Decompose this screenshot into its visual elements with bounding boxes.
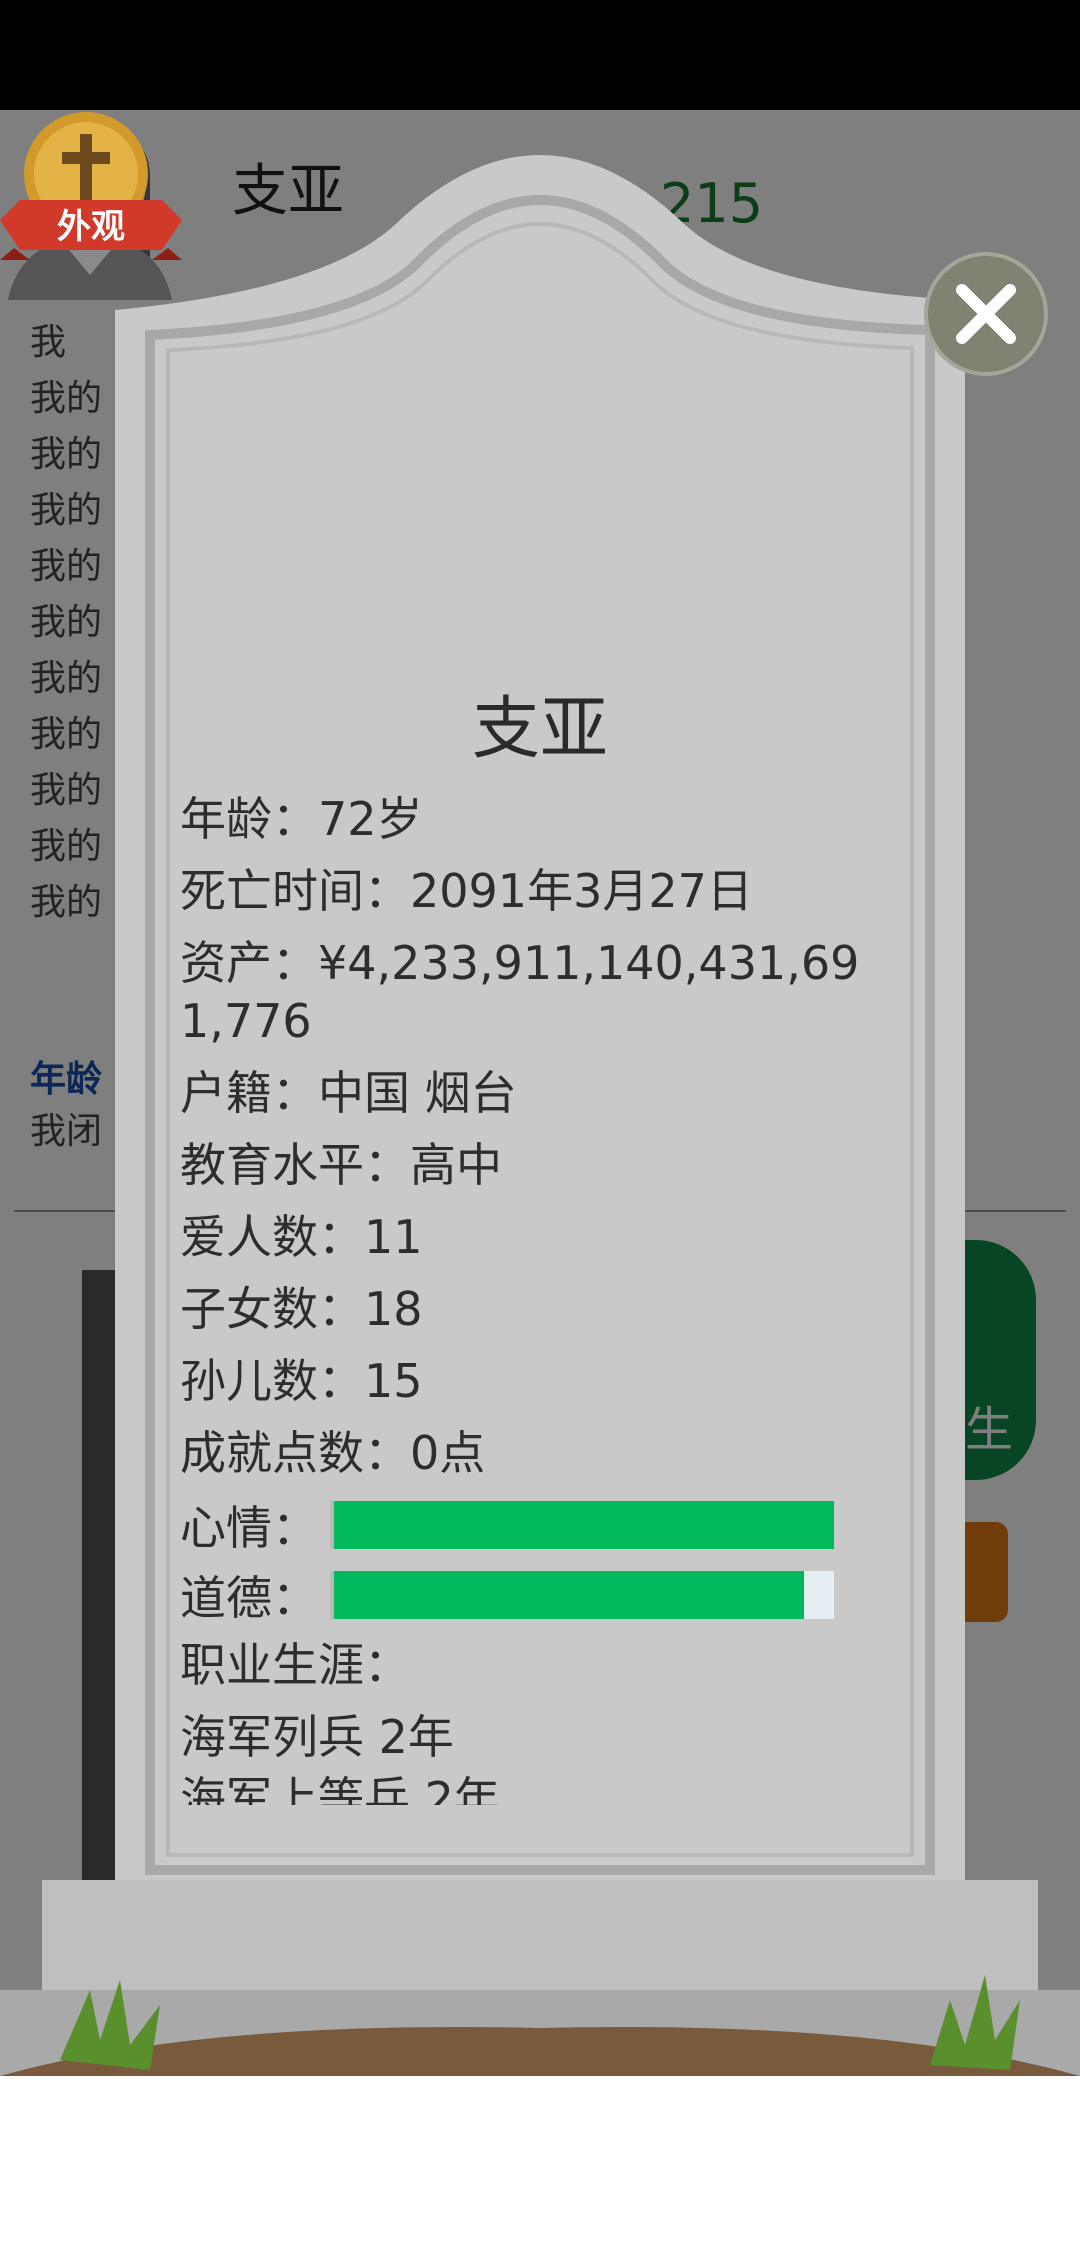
epitaph: 支亚 年龄：72岁 死亡时间：2091年3月27日 资产：¥4,233,911,… — [180, 680, 900, 1805]
deceased-name: 支亚 — [471, 690, 608, 769]
status-bar — [0, 0, 1080, 110]
age-row: 年龄：72岁 — [180, 792, 423, 846]
appearance-badge[interactable]: 外观 — [0, 110, 182, 270]
death-time-row: 死亡时间：2091年3月27日 — [180, 864, 753, 918]
tombstone-dialog: 外观 支亚 年龄：72岁 死亡时间：2091年3月27日 资产：¥4,233,9… — [0, 110, 1080, 2076]
assets-row: 资产：¥4,233,911,140,431,691,776 — [180, 936, 860, 1048]
lovers-row: 爱人数：11 — [180, 1210, 423, 1264]
mood-bar — [330, 1501, 834, 1549]
education-row: 教育水平：高中 — [180, 1138, 502, 1192]
mood-bar-fill — [334, 1501, 834, 1549]
children-row: 子女数：18 — [180, 1282, 423, 1336]
achievements-row: 成就点数：0点 — [180, 1426, 486, 1480]
morality-bar — [330, 1571, 834, 1619]
morality-label: 道德： — [180, 1571, 318, 1625]
morality-row: 道德： — [180, 1566, 900, 1625]
career-title: 职业生涯： — [180, 1638, 410, 1692]
appearance-badge-label: 外观 — [57, 207, 125, 247]
career-item: 海军上等兵 2年 — [180, 1772, 500, 1805]
career-item: 海军列兵 2年 — [180, 1710, 454, 1764]
mood-label: 心情： — [180, 1501, 318, 1555]
household-row: 户籍：中国 烟台 — [180, 1066, 517, 1120]
career-list: 海军列兵 2年 海军上等兵 2年 — [180, 1708, 900, 1805]
mood-row: 心情： — [180, 1496, 900, 1555]
grandchildren-row: 孙儿数：15 — [180, 1354, 423, 1408]
morality-bar-fill — [334, 1571, 804, 1619]
close-button[interactable] — [924, 252, 1048, 376]
close-icon — [956, 284, 1016, 344]
